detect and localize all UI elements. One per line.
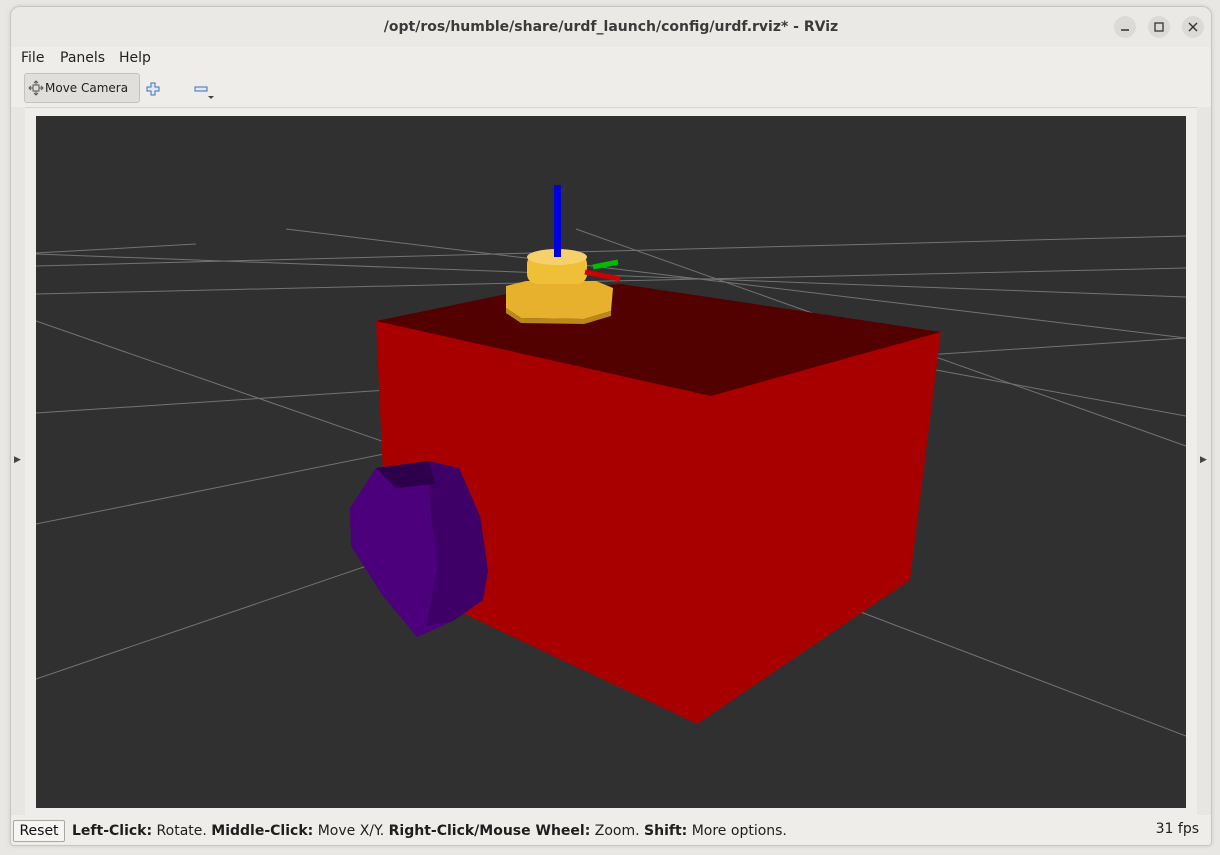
right-panel-handle[interactable]: ▶ (1197, 107, 1211, 817)
add-tool-icon[interactable] (145, 81, 161, 97)
reset-button[interactable]: Reset (13, 820, 65, 842)
hint-shift-action: More options. (687, 823, 787, 839)
expand-right-icon: ▶ (1200, 455, 1207, 465)
menu-bar: File Panels Help (11, 47, 1211, 69)
tool-bar: Move Camera (11, 69, 1211, 108)
minimize-icon (1121, 29, 1129, 31)
scene-render (35, 116, 1187, 808)
hint-right-click-key: Right-Click/Mouse Wheel: (388, 823, 591, 839)
hint-shift-key: Shift: (644, 823, 688, 839)
remove-tool-dropdown-icon[interactable] (207, 95, 215, 101)
hint-left-click-action: Rotate. (152, 823, 212, 839)
expand-left-icon: ▶ (14, 455, 21, 465)
z-axis (554, 185, 561, 257)
move-camera-label: Move Camera (45, 81, 129, 95)
hint-middle-click-action: Move X/Y. (313, 823, 389, 839)
3d-viewport[interactable] (35, 116, 1187, 808)
mouse-hint: Left-Click: Rotate. Middle-Click: Move X… (72, 815, 787, 845)
window-title: /opt/ros/humble/share/urdf_launch/config… (383, 19, 839, 35)
maximize-icon (1154, 22, 1164, 32)
menu-help[interactable]: Help (119, 48, 151, 68)
minimize-button[interactable] (1114, 16, 1136, 38)
hint-left-click-key: Left-Click: (72, 823, 153, 839)
maximize-button[interactable] (1148, 16, 1170, 38)
status-bar: Reset Left-Click: Rotate. Middle-Click: … (11, 815, 1211, 845)
left-panel-handle[interactable]: ▶ (11, 107, 25, 817)
menu-panels[interactable]: Panels (60, 48, 105, 68)
rviz-window: /opt/ros/humble/share/urdf_launch/config… (10, 6, 1212, 846)
title-bar[interactable]: /opt/ros/humble/share/urdf_launch/config… (11, 7, 1211, 48)
move-camera-tool-button[interactable]: Move Camera (24, 73, 140, 103)
hint-right-click-action: Zoom. (590, 823, 645, 839)
move-camera-icon (28, 80, 44, 96)
hint-middle-click-key: Middle-Click: (211, 823, 314, 839)
close-button[interactable] (1182, 16, 1204, 38)
fps-counter: 31 fps (1155, 821, 1199, 837)
close-icon (1188, 22, 1198, 32)
menu-file[interactable]: File (21, 48, 44, 68)
